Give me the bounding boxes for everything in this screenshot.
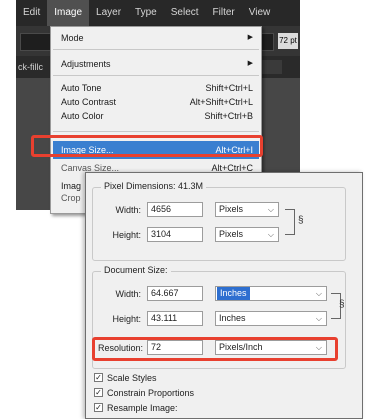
pixel-width-unit-select[interactable]: Pixels ⌵ xyxy=(215,202,279,217)
chain-link-icon: § xyxy=(298,215,304,226)
checkbox-checked-icon: ✓ xyxy=(94,403,103,412)
pixel-width-label: Width: xyxy=(115,205,141,215)
menu-item-auto-color[interactable]: Auto Color Shift+Ctrl+B xyxy=(61,109,253,123)
submenu-arrow-icon: ▶ xyxy=(247,34,253,41)
menu-divider xyxy=(53,131,259,132)
menu-item-auto-tone[interactable]: Auto Tone Shift+Ctrl+L xyxy=(61,81,253,95)
tool-preset-box[interactable] xyxy=(20,33,52,51)
menu-layer[interactable]: Layer xyxy=(89,0,128,26)
chevron-down-icon: ⌵ xyxy=(267,230,274,239)
image-size-dialog: Pixel Dimensions: 41.3M Width: 4656 Pixe… xyxy=(85,172,363,419)
pixel-height-unit-select[interactable]: Pixels ⌵ xyxy=(215,227,279,242)
document-tab[interactable]: ck-fillc xyxy=(16,59,48,75)
pixel-width-input[interactable]: 4656 xyxy=(147,202,203,217)
menu-item-mode[interactable]: Mode ▶ xyxy=(61,31,253,45)
menu-image[interactable]: Image xyxy=(47,0,90,26)
pixel-dimensions-group: Pixel Dimensions: 41.3M Width: 4656 Pixe… xyxy=(92,181,346,261)
chain-link-icon: § xyxy=(339,299,345,310)
menu-divider xyxy=(53,75,259,76)
doc-width-input[interactable]: 64.667 xyxy=(147,286,203,301)
checkbox-checked-icon: ✓ xyxy=(94,388,103,397)
chevron-down-icon: ⌵ xyxy=(267,205,274,214)
document-size-title: Document Size: xyxy=(101,265,171,275)
doc-height-input[interactable]: 43.111 xyxy=(147,311,203,326)
doc-width-label: Width: xyxy=(115,289,141,299)
chevron-down-icon: ⌵ xyxy=(315,289,322,298)
scale-styles-checkbox[interactable]: ✓ Scale Styles xyxy=(94,371,157,384)
menu-type[interactable]: Type xyxy=(128,0,164,26)
menu-item-auto-contrast[interactable]: Auto Contrast Alt+Shift+Ctrl+L xyxy=(61,95,253,109)
menu-filter[interactable]: Filter xyxy=(206,0,242,26)
menu-item-adjustments[interactable]: Adjustments ▶ xyxy=(61,57,253,71)
submenu-arrow-icon: ▶ xyxy=(247,60,253,67)
menu-bar: Edit Image Layer Type Select Filter View xyxy=(16,0,300,26)
pixel-dimensions-title: Pixel Dimensions: 41.3M xyxy=(101,181,207,191)
doc-width-unit-select[interactable]: Inches ⌵ xyxy=(215,286,327,301)
chevron-down-icon: ⌵ xyxy=(315,314,322,323)
menu-edit[interactable]: Edit xyxy=(16,0,47,26)
checkbox-checked-icon: ✓ xyxy=(94,373,103,382)
pixel-height-input[interactable]: 3104 xyxy=(147,227,203,242)
pixel-constrain-bracket xyxy=(285,209,295,235)
doc-height-label: Height: xyxy=(112,314,141,324)
menu-select[interactable]: Select xyxy=(164,0,206,26)
font-size-field[interactable]: 72 pt xyxy=(278,33,298,49)
highlight-box-image-size xyxy=(31,135,263,157)
highlight-box-resolution xyxy=(92,337,338,361)
menu-divider xyxy=(53,49,259,50)
resample-image-checkbox[interactable]: ✓ Resample Image: xyxy=(94,401,178,414)
constrain-proportions-checkbox[interactable]: ✓ Constrain Proportions xyxy=(94,386,194,399)
menu-view[interactable]: View xyxy=(242,0,278,26)
doc-height-unit-select[interactable]: Inches ⌵ xyxy=(215,311,327,326)
pixel-height-label: Height: xyxy=(112,230,141,240)
